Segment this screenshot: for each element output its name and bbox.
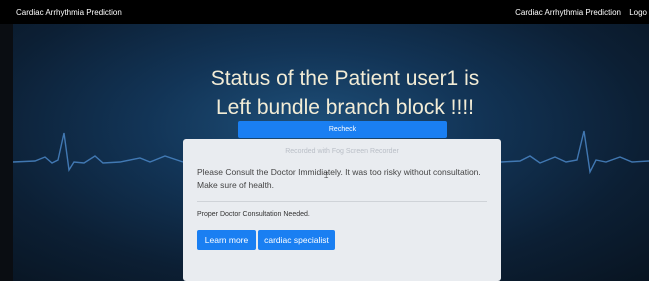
navbar-links: Cardiac Arrhythmia Prediction Logo bbox=[509, 8, 647, 17]
navbar-brand[interactable]: Cardiac Arrhythmia Prediction bbox=[16, 8, 122, 17]
learn-more-button[interactable]: Learn more bbox=[197, 230, 256, 250]
consult-message-line-2: Make sure of health. bbox=[197, 180, 275, 190]
text-cursor-icon: 𝙸 bbox=[323, 171, 330, 181]
left-edge-shadow bbox=[0, 24, 13, 281]
navbar: Cardiac Arrhythmia Prediction Cardiac Ar… bbox=[0, 0, 649, 24]
recorder-watermark: Recorded with Fog Screen Recorder bbox=[285, 148, 399, 155]
card-divider bbox=[197, 201, 487, 202]
status-line-2: Left bundle branch block !!!! bbox=[216, 96, 474, 119]
advice-card: Recorded with Fog Screen Recorder Please… bbox=[183, 139, 501, 281]
consult-message-line-1: Please Consult the Doctor Immidiately. I… bbox=[197, 167, 481, 177]
nav-link-logout[interactable]: Logo bbox=[629, 8, 647, 17]
consult-message: Please Consult the Doctor Immidiately. I… bbox=[197, 166, 487, 192]
recheck-button[interactable]: Recheck bbox=[238, 121, 447, 138]
status-line-1: Status of the Patient user1 is bbox=[210, 67, 480, 90]
consultation-note: Proper Doctor Consultation Needed. bbox=[197, 211, 310, 218]
cardiac-specialist-button[interactable]: cardiac specialist bbox=[258, 230, 335, 250]
nav-link-home[interactable]: Cardiac Arrhythmia Prediction bbox=[515, 8, 621, 17]
patient-status-heading: Status of the Patient user1 is Left bund… bbox=[130, 64, 560, 122]
